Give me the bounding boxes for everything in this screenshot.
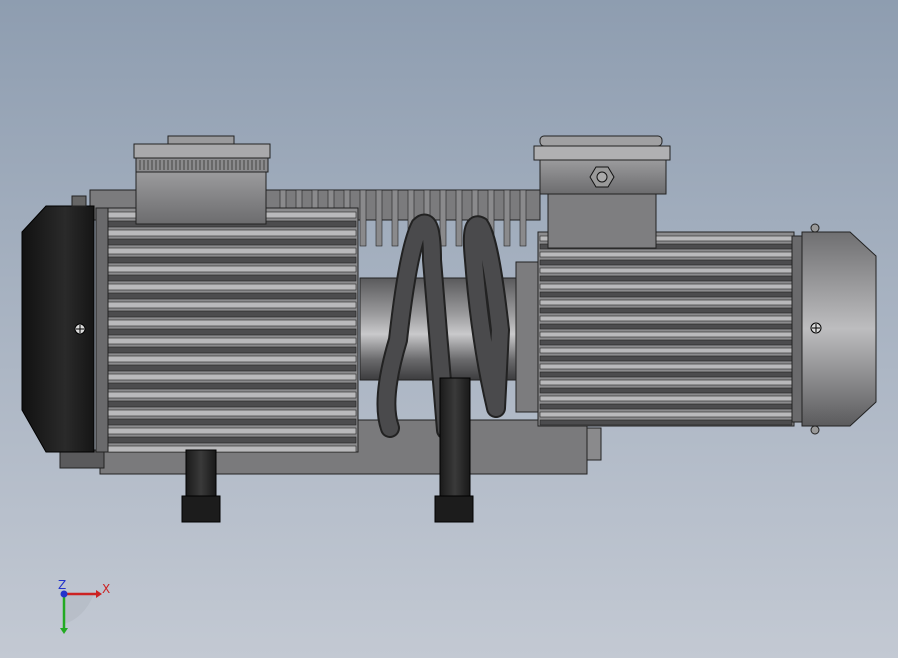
fin — [539, 251, 793, 258]
fin — [103, 247, 357, 255]
right-terminal-box — [533, 135, 671, 249]
rib — [519, 189, 527, 247]
fin — [539, 307, 793, 314]
fin — [539, 259, 793, 266]
vacuum-pump-model[interactable] — [0, 0, 898, 658]
fin — [103, 400, 357, 408]
left-finned-block — [95, 207, 359, 453]
fin — [103, 256, 357, 264]
fin — [103, 292, 357, 300]
orientation-triad: X Z — [52, 578, 122, 640]
fin — [103, 274, 357, 282]
fin — [103, 238, 357, 246]
fin — [539, 419, 793, 426]
rib — [503, 189, 511, 247]
right-motor — [515, 231, 803, 427]
left-fins — [103, 211, 357, 453]
fin — [103, 418, 357, 426]
fin — [103, 265, 357, 273]
fin — [539, 347, 793, 354]
fin — [103, 283, 357, 291]
fin — [539, 283, 793, 290]
fin — [103, 409, 357, 417]
right-fan-cover — [801, 223, 877, 435]
fin — [539, 411, 793, 418]
fin — [539, 339, 793, 346]
fin — [103, 382, 357, 390]
rib — [455, 189, 463, 247]
fin — [103, 373, 357, 381]
fin — [539, 291, 793, 298]
fin — [539, 355, 793, 362]
fin — [103, 364, 357, 372]
fin — [103, 436, 357, 444]
fin — [539, 275, 793, 282]
fin — [103, 337, 357, 345]
rib — [359, 189, 367, 247]
fin — [103, 301, 357, 309]
fin — [103, 391, 357, 399]
rib — [391, 189, 399, 247]
fin — [539, 387, 793, 394]
fin — [103, 319, 357, 327]
fin — [539, 379, 793, 386]
fin — [103, 346, 357, 354]
x-axis-label: X — [102, 582, 111, 596]
fin — [103, 445, 357, 453]
fin — [539, 267, 793, 274]
graphics-viewport[interactable]: X Z — [0, 0, 898, 658]
fin — [103, 328, 357, 336]
fin — [539, 395, 793, 402]
fin — [103, 355, 357, 363]
fin — [103, 229, 357, 237]
left-terminal-box — [133, 135, 271, 225]
fin — [539, 331, 793, 338]
fin — [103, 310, 357, 318]
fin — [539, 371, 793, 378]
fin — [539, 363, 793, 370]
fin — [539, 315, 793, 322]
fin — [539, 299, 793, 306]
fin — [539, 323, 793, 330]
left-end-cap — [21, 195, 95, 453]
rib — [375, 189, 383, 247]
fin — [539, 403, 793, 410]
z-axis-label: Z — [58, 578, 67, 592]
fin — [103, 427, 357, 435]
